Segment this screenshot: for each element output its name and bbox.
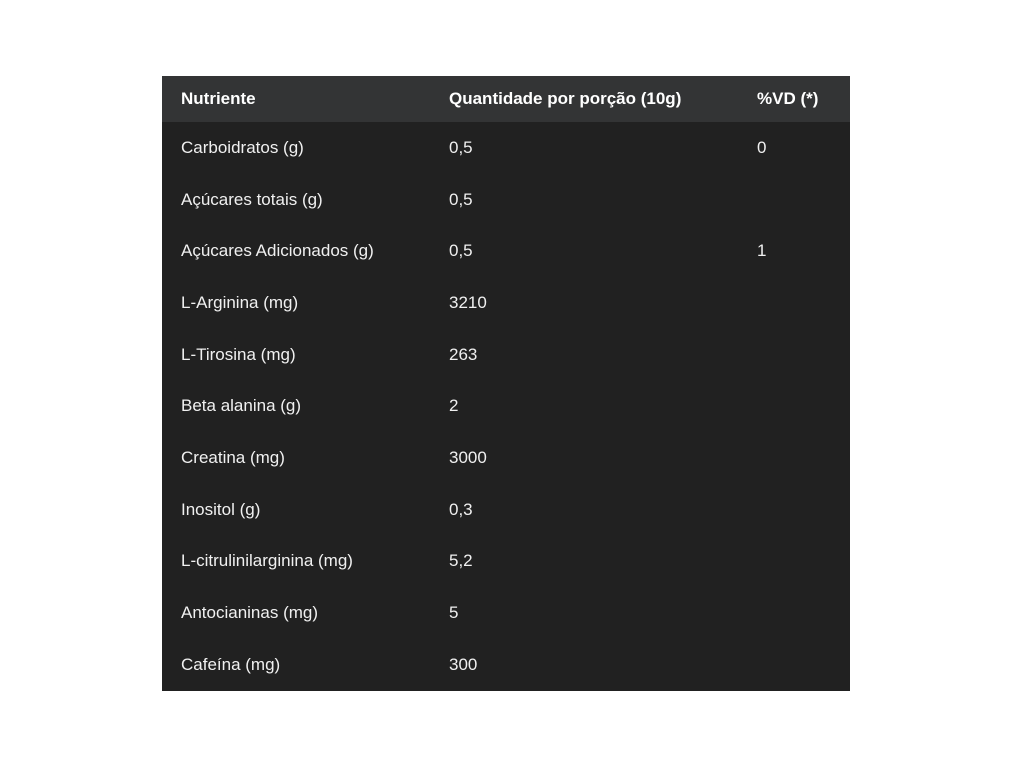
table-body: Carboidratos (g) 0,5 0 Açúcares totais (… bbox=[162, 122, 850, 691]
table-row: Inositol (g) 0,3 bbox=[162, 484, 850, 536]
quantity-cell: 5,2 bbox=[449, 551, 473, 571]
nutrient-cell: L-Tirosina (mg) bbox=[181, 344, 296, 364]
quantity-cell: 0,5 bbox=[449, 189, 473, 209]
nutrient-cell: Açúcares totais (g) bbox=[181, 189, 323, 209]
quantity-cell: 0,3 bbox=[449, 499, 473, 519]
header-daily-value: %VD (*) bbox=[757, 89, 819, 108]
daily-value-cell bbox=[738, 174, 850, 226]
table-row: Açúcares totais (g) 0,5 bbox=[162, 174, 850, 226]
daily-value-cell: 1 bbox=[757, 241, 767, 261]
daily-value-cell bbox=[738, 484, 850, 536]
quantity-cell: 5 bbox=[449, 603, 459, 623]
header-nutrient: Nutriente bbox=[181, 89, 256, 108]
daily-value-cell bbox=[738, 587, 850, 639]
table-row: Carboidratos (g) 0,5 0 bbox=[162, 122, 850, 174]
quantity-cell: 2 bbox=[449, 396, 459, 416]
table-row: L-Arginina (mg) 3210 bbox=[162, 277, 850, 329]
table-row: L-Tirosina (mg) 263 bbox=[162, 329, 850, 381]
table-row: Antocianinas (mg) 5 bbox=[162, 587, 850, 639]
quantity-cell: 0,5 bbox=[449, 241, 473, 261]
table-row: L-citrulinilarginina (mg) 5,2 bbox=[162, 536, 850, 588]
nutrient-cell: Açúcares Adicionados (g) bbox=[181, 241, 374, 261]
daily-value-cell bbox=[738, 277, 850, 329]
daily-value-cell bbox=[738, 329, 850, 381]
nutrient-cell: Antocianinas (mg) bbox=[181, 603, 319, 623]
table-row: Beta alanina (g) 2 bbox=[162, 380, 850, 432]
table-row: Cafeína (mg) 300 bbox=[162, 639, 850, 691]
nutrient-cell: Beta alanina (g) bbox=[181, 396, 302, 416]
header-quantity: Quantidade por porção (10g) bbox=[449, 89, 682, 108]
nutrient-cell: Cafeína (mg) bbox=[181, 654, 281, 674]
table-row: Açúcares Adicionados (g) 0,5 1 bbox=[162, 225, 850, 277]
nutrition-table-panel: Nutriente Quantidade por porção (10g) %V… bbox=[162, 76, 850, 691]
quantity-cell: 3000 bbox=[449, 447, 487, 467]
table-row: Creatina (mg) 3000 bbox=[162, 432, 850, 484]
nutrition-table: Nutriente Quantidade por porção (10g) %V… bbox=[162, 76, 850, 691]
nutrient-cell: Carboidratos (g) bbox=[181, 137, 304, 157]
daily-value-cell: 0 bbox=[757, 137, 767, 157]
daily-value-cell bbox=[738, 639, 850, 691]
header-row: Nutriente Quantidade por porção (10g) %V… bbox=[162, 76, 850, 122]
quantity-cell: 263 bbox=[449, 344, 478, 364]
nutrient-cell: Inositol (g) bbox=[181, 499, 261, 519]
nutrient-cell: L-Arginina (mg) bbox=[181, 292, 299, 312]
daily-value-cell bbox=[738, 536, 850, 588]
quantity-cell: 0,5 bbox=[449, 137, 473, 157]
daily-value-cell bbox=[738, 380, 850, 432]
nutrient-cell: Creatina (mg) bbox=[181, 447, 285, 467]
quantity-cell: 3210 bbox=[449, 292, 487, 312]
nutrient-cell: L-citrulinilarginina (mg) bbox=[181, 551, 353, 571]
daily-value-cell bbox=[738, 432, 850, 484]
table-header: Nutriente Quantidade por porção (10g) %V… bbox=[162, 76, 850, 122]
quantity-cell: 300 bbox=[449, 654, 478, 674]
